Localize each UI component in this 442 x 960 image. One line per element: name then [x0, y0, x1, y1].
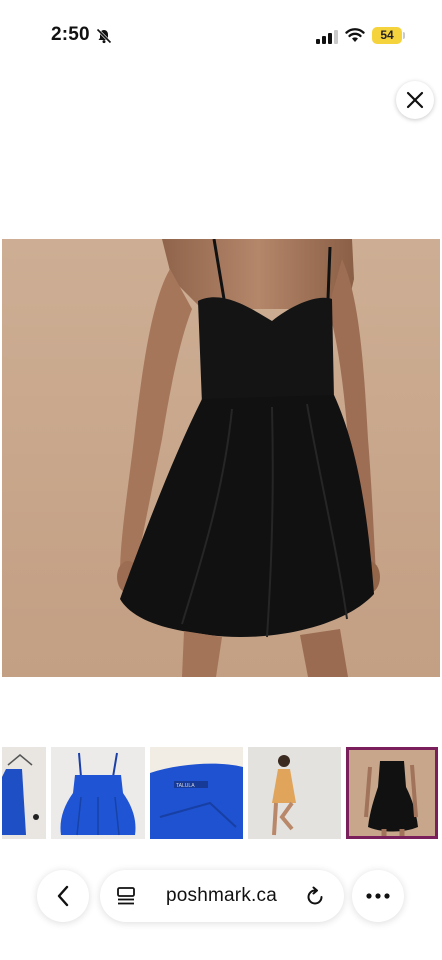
status-time: 2:50: [51, 24, 90, 45]
status-bar: 2:50 54: [0, 0, 442, 70]
close-icon: [406, 91, 424, 109]
black-dress-photo: [2, 239, 440, 677]
battery-cap: [403, 32, 405, 39]
url-text: poshmark.ca: [166, 885, 277, 906]
screen: 2:50 54 TALULA poshmark.ca: [0, 0, 442, 960]
thumbnail-1[interactable]: [2, 747, 46, 839]
wifi-icon: [345, 28, 365, 42]
thumbnail-4[interactable]: [248, 747, 341, 839]
close-button[interactable]: [396, 81, 434, 119]
battery-icon: 54: [372, 27, 402, 44]
reader-mode-icon[interactable]: [116, 886, 136, 906]
reload-icon[interactable]: [304, 886, 326, 908]
thumbnail-5-selected[interactable]: [346, 747, 438, 839]
svg-text:TALULA: TALULA: [176, 783, 195, 789]
more-icon: [366, 893, 390, 899]
main-product-image[interactable]: [2, 239, 440, 677]
blue-dress-label-photo: TALULA: [150, 747, 243, 839]
thumbnail-strip: TALULA: [0, 747, 442, 839]
more-button[interactable]: [352, 870, 404, 922]
blue-dress-flat-photo: [51, 747, 145, 839]
yellow-dress-model-photo: [248, 747, 341, 839]
cellular-signal-icon: [316, 30, 338, 44]
back-button[interactable]: [37, 870, 89, 922]
thumbnail-2[interactable]: [51, 747, 145, 839]
bell-slash-icon: [96, 28, 112, 44]
thumbnail-3[interactable]: TALULA: [150, 747, 243, 839]
address-bar[interactable]: poshmark.ca: [100, 870, 344, 922]
black-dress-thumbnail-photo: [346, 747, 438, 839]
browser-toolbar: poshmark.ca: [0, 860, 442, 930]
blue-dress-hanger-photo: [2, 747, 46, 839]
back-chevron-icon: [57, 885, 69, 907]
